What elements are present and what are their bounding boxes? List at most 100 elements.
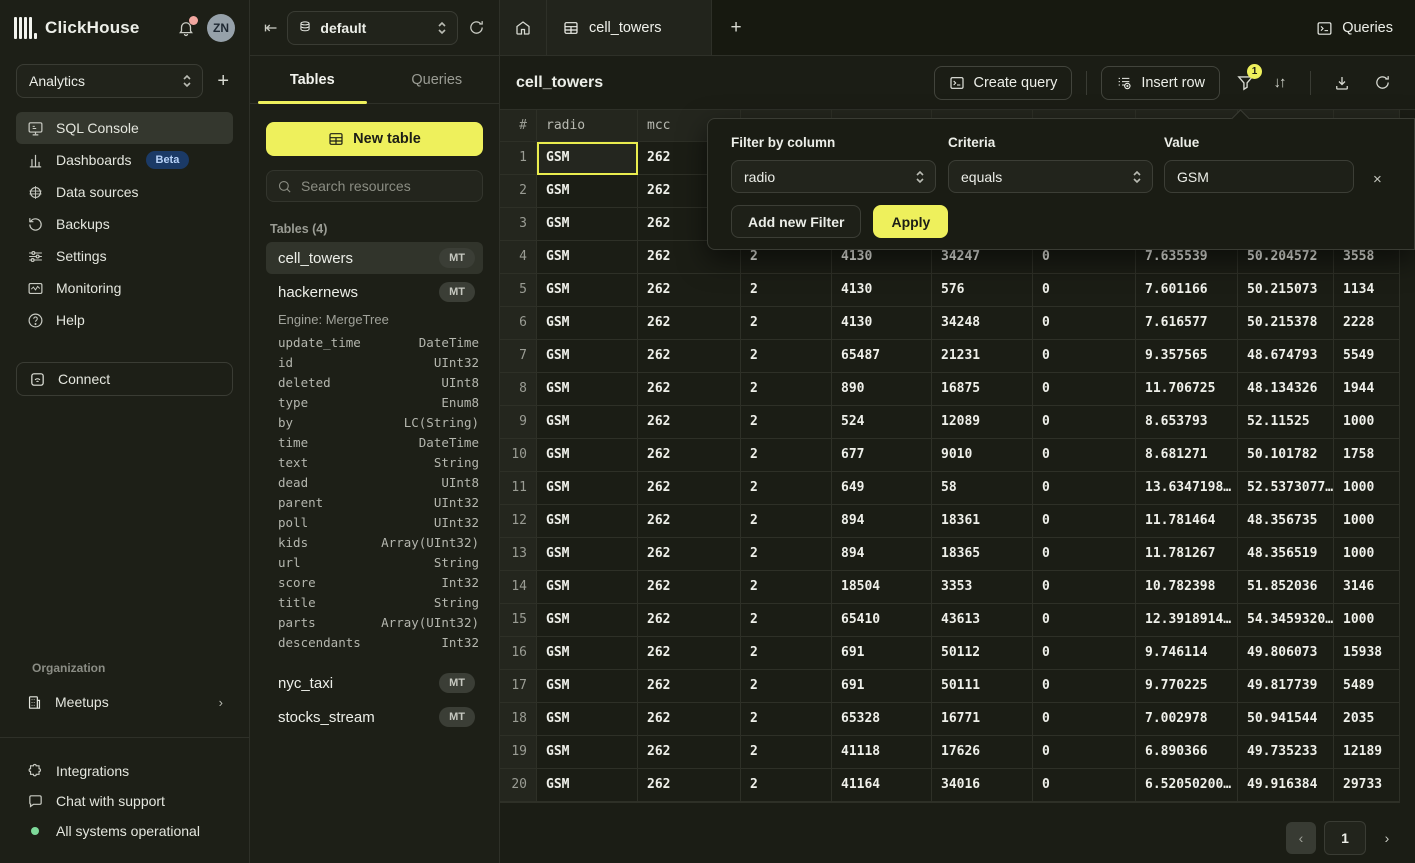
grid-cell[interactable]: 2	[741, 274, 832, 307]
grid-cell[interactable]: 51.852036	[1238, 571, 1334, 604]
grid-cell[interactable]: 12189	[1334, 736, 1400, 769]
grid-cell[interactable]: 262	[638, 373, 741, 406]
refresh-icon[interactable]	[468, 19, 485, 36]
grid-cell[interactable]: GSM	[537, 538, 638, 571]
sidebar-item-monitoring[interactable]: Monitoring	[16, 272, 233, 304]
database-select[interactable]: default	[287, 11, 458, 45]
queries-button[interactable]: Queries	[1316, 0, 1393, 56]
grid-cell[interactable]: 262	[638, 703, 741, 736]
grid-cell[interactable]: 0	[1033, 406, 1136, 439]
grid-cell[interactable]: 262	[638, 439, 741, 472]
grid-cell[interactable]: 49.916384	[1238, 769, 1334, 802]
grid-cell[interactable]: 1000	[1334, 505, 1400, 538]
grid-cell[interactable]: GSM	[537, 670, 638, 703]
grid-cell[interactable]: GSM	[537, 274, 638, 307]
grid-cell[interactable]: 2	[741, 373, 832, 406]
grid-cell[interactable]: 0	[1033, 571, 1136, 604]
grid-cell[interactable]: 3353	[932, 571, 1033, 604]
sidebar-item-chat-support[interactable]: Chat with support	[16, 786, 233, 816]
sidebar-item-help[interactable]: Help	[16, 304, 233, 336]
add-filter-button[interactable]: Add new Filter	[731, 205, 861, 238]
grid-cell[interactable]: 65487	[832, 340, 932, 373]
sidebar-item-dashboards[interactable]: Dashboards Beta	[16, 144, 233, 176]
grid-cell[interactable]: 9.770225	[1136, 670, 1238, 703]
grid-cell[interactable]: 65410	[832, 604, 932, 637]
grid-cell[interactable]: 1000	[1334, 538, 1400, 571]
grid-cell[interactable]: 5489	[1334, 670, 1400, 703]
download-button[interactable]	[1325, 66, 1359, 100]
grid-cell[interactable]: 262	[638, 604, 741, 637]
grid-cell[interactable]: 0	[1033, 307, 1136, 340]
tab-cell-towers[interactable]: cell_towers	[547, 0, 712, 55]
grid-cell[interactable]: 262	[638, 670, 741, 703]
grid-cell[interactable]: 11.706725	[1136, 373, 1238, 406]
grid-cell[interactable]: 18504	[832, 571, 932, 604]
grid-cell[interactable]: 2	[741, 439, 832, 472]
add-workspace-button[interactable]: +	[213, 69, 233, 93]
grid-cell[interactable]: 1000	[1334, 406, 1400, 439]
grid-cell[interactable]: 262	[638, 307, 741, 340]
grid-cell[interactable]: 576	[932, 274, 1033, 307]
grid-cell[interactable]: 2	[741, 604, 832, 637]
grid-cell[interactable]: 0	[1033, 439, 1136, 472]
grid-cell[interactable]: 50.215073	[1238, 274, 1334, 307]
grid-cell[interactable]: 5549	[1334, 340, 1400, 373]
grid-cell[interactable]: 3146	[1334, 571, 1400, 604]
grid-cell[interactable]: 2	[741, 769, 832, 802]
grid-cell[interactable]: 48.356519	[1238, 538, 1334, 571]
grid-cell[interactable]: 17626	[932, 736, 1033, 769]
grid-cell[interactable]: 50.101782	[1238, 439, 1334, 472]
sidebar-item-data-sources[interactable]: Data sources	[16, 176, 233, 208]
sidebar-item-integrations[interactable]: Integrations	[16, 756, 233, 786]
next-page-button[interactable]: ›	[1374, 822, 1400, 854]
remove-filter-button[interactable]: ×	[1373, 171, 1382, 188]
grid-cell[interactable]: 41164	[832, 769, 932, 802]
criteria-select[interactable]: equals	[948, 160, 1153, 193]
refresh-button[interactable]	[1365, 66, 1399, 100]
grid-cell[interactable]: 894	[832, 538, 932, 571]
grid-cell[interactable]: GSM	[537, 142, 638, 175]
grid-cell[interactable]: 52.11525	[1238, 406, 1334, 439]
grid-cell[interactable]: 890	[832, 373, 932, 406]
grid-cell[interactable]: 50112	[932, 637, 1033, 670]
grid-cell[interactable]: 262	[638, 505, 741, 538]
grid-cell[interactable]: 11.781267	[1136, 538, 1238, 571]
grid-cell[interactable]: 49.817739	[1238, 670, 1334, 703]
sidebar-item-settings[interactable]: Settings	[16, 240, 233, 272]
grid-cell[interactable]: 2228	[1334, 307, 1400, 340]
current-page[interactable]: 1	[1324, 821, 1366, 855]
tab-queries[interactable]: Queries	[375, 56, 500, 103]
table-item-nyc-taxi[interactable]: nyc_taxi MT	[266, 667, 483, 699]
grid-cell[interactable]: 2	[741, 538, 832, 571]
grid-cell[interactable]: 48.134326	[1238, 373, 1334, 406]
grid-cell[interactable]: 18361	[932, 505, 1033, 538]
filter-column-select[interactable]: radio	[731, 160, 936, 193]
grid-cell[interactable]: 677	[832, 439, 932, 472]
workspace-select[interactable]: Analytics	[16, 64, 203, 98]
table-item-cell-towers[interactable]: cell_towers MT	[266, 242, 483, 274]
grid-cell[interactable]: 6.52050200…	[1136, 769, 1238, 802]
grid-cell[interactable]: 29733	[1334, 769, 1400, 802]
grid-cell[interactable]: 15938	[1334, 637, 1400, 670]
grid-cell[interactable]: 11.781464	[1136, 505, 1238, 538]
grid-cell[interactable]: 2	[741, 736, 832, 769]
grid-cell[interactable]: GSM	[537, 406, 638, 439]
column-header[interactable]: radio	[537, 110, 638, 142]
grid-cell[interactable]: 10.782398	[1136, 571, 1238, 604]
grid-cell[interactable]: 50.941544	[1238, 703, 1334, 736]
grid-cell[interactable]: GSM	[537, 703, 638, 736]
grid-cell[interactable]: 4130	[832, 274, 932, 307]
grid-cell[interactable]: 34016	[932, 769, 1033, 802]
grid-cell[interactable]: 524	[832, 406, 932, 439]
grid-cell[interactable]: 2	[741, 307, 832, 340]
grid-cell[interactable]: 16771	[932, 703, 1033, 736]
grid-cell[interactable]: 4130	[832, 307, 932, 340]
grid-cell[interactable]: GSM	[537, 307, 638, 340]
create-query-button[interactable]: Create query	[934, 66, 1073, 100]
grid-cell[interactable]: 49.735233	[1238, 736, 1334, 769]
grid-cell[interactable]: 0	[1033, 472, 1136, 505]
grid-cell[interactable]: 16875	[932, 373, 1033, 406]
grid-cell[interactable]: 0	[1033, 274, 1136, 307]
grid-cell[interactable]: 0	[1033, 340, 1136, 373]
grid-cell[interactable]: 894	[832, 505, 932, 538]
